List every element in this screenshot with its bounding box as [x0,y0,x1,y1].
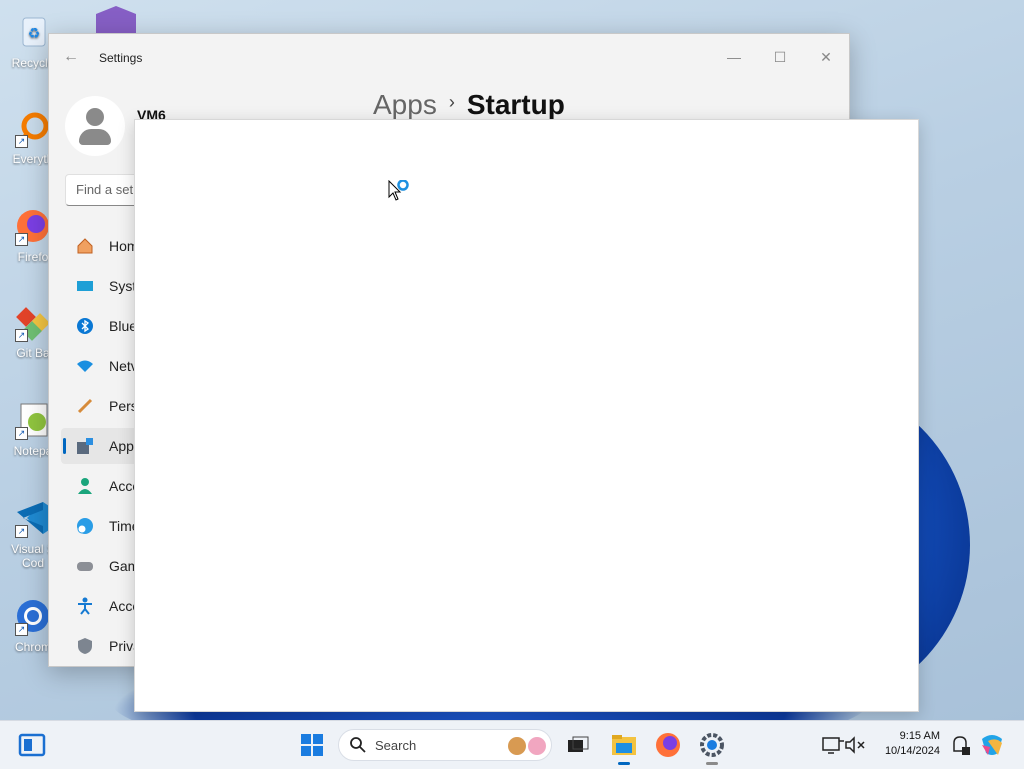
settings-gear-icon[interactable] [696,729,728,765]
task-view-icon[interactable] [562,729,594,761]
home-icon [75,236,95,256]
copilot-icon[interactable] [976,729,1008,761]
maximize-button[interactable]: ☐ [757,42,803,72]
chrome-icon: ↗ [13,596,53,636]
clock-date: 10/14/2024 [884,745,940,757]
network-icon [75,356,95,376]
shortcut-arrow-icon: ↗ [15,233,28,246]
back-arrow-icon[interactable]: ← [63,48,83,68]
visual-studio-icon[interactable] [92,4,140,34]
svg-text:♻: ♻ [28,25,41,41]
sidebar-item-label: Syst [109,278,137,294]
privacy-icon [75,636,95,656]
title-bar[interactable]: ← Settings — ☐ ✕ [49,34,849,82]
running-indicator [706,762,718,765]
bluetooth-icon [75,316,95,336]
sidebar-item-label: App [109,438,134,454]
start-icon[interactable] [296,729,328,761]
firefox-icon: ↗ [13,206,53,246]
volume-muted-icon[interactable] [840,729,872,761]
system-icon [75,276,95,296]
git-bash-icon: ↗ [13,302,53,342]
gaming-icon [75,556,95,576]
sidebar-item-label: Blue [109,318,138,334]
taskbar: Search 9:15 AM 10/14/2024 [0,720,1024,769]
shortcut-arrow-icon: ↗ [15,135,28,148]
firefox-taskbar-icon[interactable] [652,729,684,761]
running-indicator [618,762,630,765]
shortcut-arrow-icon: ↗ [15,525,28,538]
vscode-icon: ↗ [13,498,53,538]
breadcrumb: Apps › Startup [373,89,565,121]
clock-time: 9:15 AM [899,730,940,742]
taskbar-search[interactable]: Search [338,729,552,761]
clock[interactable]: 9:15 AM 10/14/2024 [885,729,940,759]
window-title: Settings [99,51,143,65]
accounts-icon [75,476,95,496]
notification-icon[interactable] [944,729,976,761]
notepad-plus-plus-icon: ↗ [13,400,53,440]
shortcut-arrow-icon: ↗ [15,427,28,440]
widgets-icon[interactable] [16,729,48,761]
minimize-button[interactable]: — [711,42,757,72]
recycle-bin-icon: ♻ [13,12,53,52]
taskbar-search-label: Search [375,738,417,753]
busy-cursor-icon [388,179,414,209]
search-highlight-icon [507,735,549,762]
close-button[interactable]: ✕ [803,42,849,72]
avatar-body [79,129,111,145]
avatar[interactable] [65,96,125,156]
page-title: Startup [466,89,565,120]
search-placeholder: Find a set [76,182,134,197]
avatar-head [86,108,104,126]
time-language-icon [75,516,95,536]
personalization-icon [75,396,95,416]
shortcut-arrow-icon: ↗ [15,329,28,342]
everything-search-icon: ↗ [13,108,53,148]
chevron-right-icon: › [448,92,455,112]
apps-icon [75,436,95,456]
accessibility-icon [75,596,95,616]
breadcrumb-parent[interactable]: Apps [373,89,437,120]
shortcut-arrow-icon: ↗ [15,623,28,636]
search-icon [349,736,367,759]
file-explorer-icon[interactable] [608,729,640,765]
blank-window[interactable] [134,119,919,712]
